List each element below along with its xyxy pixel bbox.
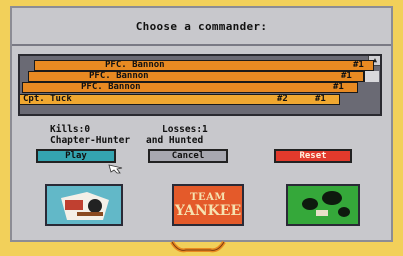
commander-rank-badge: #1	[315, 94, 326, 104]
row-tail	[364, 71, 379, 82]
landscape-card[interactable]	[286, 184, 360, 226]
commander-row[interactable]: PFC. Bannon #1	[34, 60, 374, 71]
commander-rank-badge: #1	[353, 60, 364, 70]
scenario-label: Chapter-Hunter	[50, 135, 131, 146]
hand-pointer-icon	[108, 164, 123, 174]
commander-portrait-icon	[47, 186, 121, 224]
dialog-titlebar: Choose a commander:	[12, 8, 391, 46]
dialog-title: Choose a commander:	[135, 19, 268, 33]
commander-row[interactable]: PFC. Bannon #1	[22, 82, 358, 93]
commander-name: PFC. Bannon	[89, 71, 149, 81]
commander-row-selected[interactable]: Cpt. Tuck #2 #1	[20, 94, 340, 105]
commander-rank-badge: #1	[333, 82, 344, 92]
landscape-scene-icon	[288, 186, 358, 224]
losses-label: Losses:1	[162, 124, 208, 135]
commander-rank-badge: #1	[341, 71, 352, 81]
commander-name: Cpt. Tuck	[23, 94, 72, 104]
commander-name: PFC. Bannon	[105, 60, 165, 70]
team-title-line2: YANKEE	[174, 203, 242, 219]
cancel-button[interactable]: Cancel	[148, 149, 228, 163]
commander-list[interactable]: ▲ PFC. Bannon #1 PFC. Bannon #1 PFC. Ban…	[18, 54, 382, 116]
commander-name: PFC. Bannon	[81, 82, 141, 92]
scroll-handle-icon[interactable]	[168, 240, 228, 256]
play-button[interactable]: Play	[36, 149, 116, 163]
commander-rank-badge: #2	[277, 94, 288, 104]
commander-row[interactable]: PFC. Bannon #1	[28, 71, 379, 82]
kills-label: Kills:0	[50, 124, 91, 135]
scenario-label-tail: and Hunted	[146, 135, 204, 146]
commander-portrait-card[interactable]	[45, 184, 123, 226]
team-yankee-card[interactable]: TEAM YANKEE	[172, 184, 244, 226]
reset-button[interactable]: Reset	[274, 149, 352, 163]
commander-stats: Kills:0 Losses:1 Chapter-Hunter and Hunt…	[50, 124, 350, 146]
